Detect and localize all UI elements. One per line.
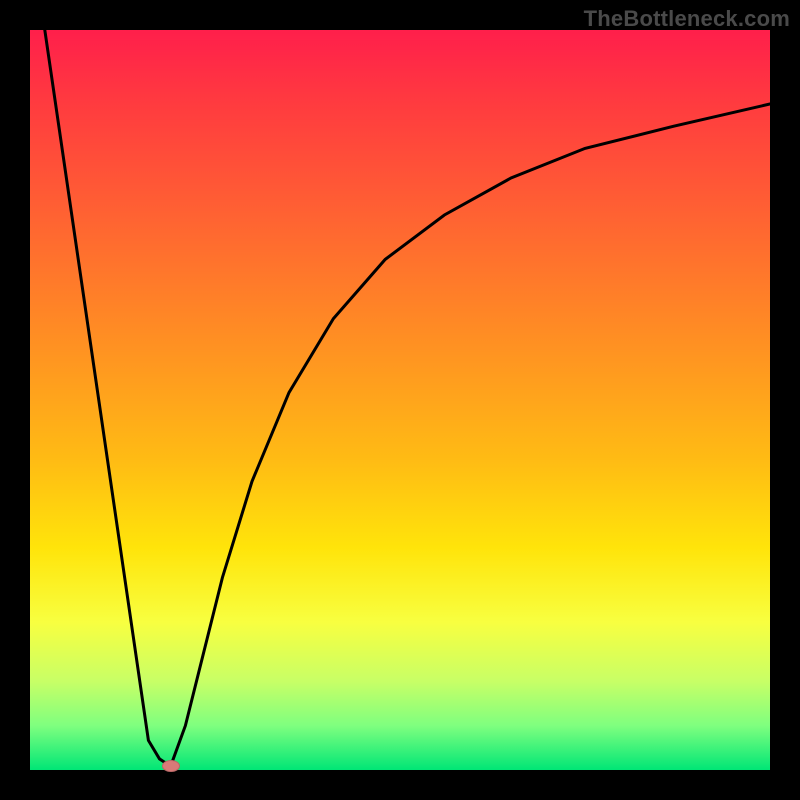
curve-path <box>45 30 770 766</box>
chart-frame: TheBottleneck.com <box>0 0 800 800</box>
plot-area <box>30 30 770 770</box>
watermark-text: TheBottleneck.com <box>584 6 790 32</box>
bottleneck-curve <box>30 30 770 770</box>
optimum-marker <box>162 760 180 772</box>
